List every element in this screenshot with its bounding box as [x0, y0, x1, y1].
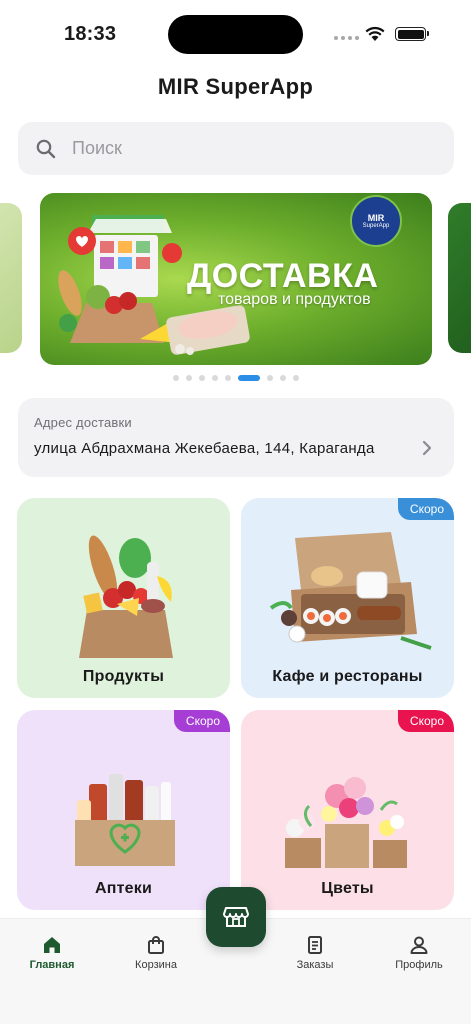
tab-cart[interactable]: Корзина — [111, 919, 201, 971]
status-time: 18:33 — [64, 23, 117, 45]
promo-carousel[interactable]: ДОСТАВКА товаров и продуктов MIR SuperAp… — [0, 193, 471, 365]
store-button[interactable] — [206, 887, 266, 947]
profile-icon — [410, 936, 428, 954]
pagination-dot — [293, 375, 299, 381]
store-icon — [223, 907, 249, 927]
coming-soon-badge: Скоро — [397, 498, 454, 520]
pagination-dot — [225, 375, 231, 381]
tab-profile[interactable]: Профиль — [374, 919, 464, 971]
category-label: Аптеки — [95, 880, 152, 897]
promo-banner-delivery[interactable]: ДОСТАВКА товаров и продуктов MIR SuperAp… — [40, 193, 432, 365]
category-label: Цветы — [321, 880, 374, 897]
search-icon — [36, 139, 56, 158]
pagination-dot — [186, 375, 192, 381]
tab-label: Профиль — [395, 959, 443, 971]
cellular-signal-icon — [334, 36, 359, 40]
category-label: Кафе и рестораны — [272, 668, 423, 685]
grocery-bag-illustration — [79, 535, 173, 658]
shopping-bag-icon — [148, 936, 164, 954]
pharmacy-box-illustration — [75, 774, 175, 866]
pagination-dot — [280, 375, 286, 381]
next-banner[interactable] — [448, 203, 471, 353]
tab-label: Заказы — [296, 959, 334, 971]
address-label: Адрес доставки — [34, 415, 132, 430]
banner-subtitle: товаров и продуктов — [218, 291, 371, 308]
previous-banner[interactable] — [0, 203, 22, 353]
logo-text: MIR — [367, 212, 385, 223]
carousel-pagination — [173, 375, 299, 381]
pagination-dot-active — [238, 375, 260, 381]
coming-soon-badge: Скоро — [173, 710, 230, 732]
category-cafes[interactable]: Скоро Кафе и рестораны — [241, 498, 454, 698]
category-products[interactable]: Продукты — [17, 498, 230, 698]
flower-boxes-illustration — [285, 777, 407, 868]
battery-icon — [395, 27, 429, 41]
food-box-illustration — [269, 532, 432, 650]
coming-soon-badge: Скоро — [397, 710, 454, 732]
category-pharmacies[interactable]: Скоро Аптеки — [17, 710, 230, 910]
home-icon — [44, 937, 60, 953]
pagination-dot — [212, 375, 218, 381]
status-bar: 18:33 — [0, 0, 471, 66]
search-bar[interactable] — [18, 122, 454, 175]
pagination-dot — [199, 375, 205, 381]
address-value: улица Абдрахмана Жекебаева, 144, Караган… — [34, 440, 375, 457]
mir-logo: MIR SuperApp — [350, 195, 402, 247]
chevron-right-icon — [422, 440, 432, 456]
tab-label: Главная — [29, 959, 75, 971]
tab-home[interactable]: Главная — [7, 919, 97, 971]
app-title: MIR SuperApp — [157, 74, 314, 99]
dynamic-island — [168, 15, 303, 54]
wifi-icon — [365, 26, 385, 41]
category-label: Продукты — [82, 668, 165, 685]
tab-orders[interactable]: Заказы — [270, 919, 360, 971]
pagination-dot — [267, 375, 273, 381]
search-input[interactable] — [72, 138, 392, 159]
pagination-dot — [173, 375, 179, 381]
tab-label: Корзина — [135, 959, 177, 971]
delivery-address-card[interactable]: Адрес доставки улица Абдрахмана Жекебаев… — [18, 398, 454, 477]
logo-subtext: SuperApp — [362, 222, 390, 229]
category-flowers[interactable]: Скоро Цветы — [241, 710, 454, 910]
orders-icon — [308, 936, 322, 954]
